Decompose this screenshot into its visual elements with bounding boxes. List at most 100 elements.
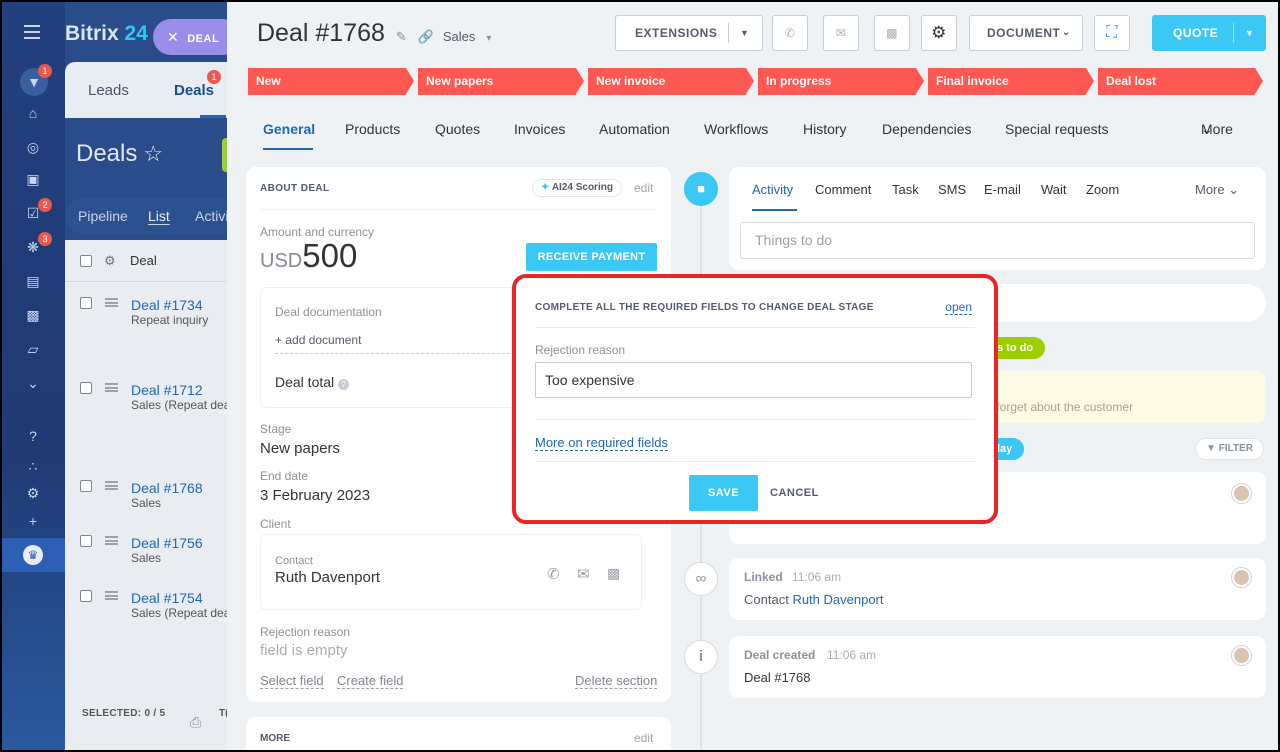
tab-workflows[interactable]: Workflows	[704, 121, 768, 137]
about-edit-link[interactable]: edit	[634, 181, 653, 195]
plus-icon[interactable]: +	[24, 512, 42, 530]
activity-tab-more[interactable]: More ⌄	[1195, 182, 1239, 198]
activity-tab-activity[interactable]: Activity	[752, 182, 793, 197]
help-icon[interactable]: ?	[338, 379, 350, 390]
tab-dependencies[interactable]: Dependencies	[882, 121, 972, 137]
row-checkbox[interactable]	[80, 535, 92, 547]
scan-button[interactable]: ⛶	[1094, 15, 1130, 51]
view-activities[interactable]: Activi	[195, 208, 228, 224]
crown-button[interactable]: ♛	[2, 538, 65, 572]
tab-products[interactable]: Products	[345, 121, 400, 137]
chevron-down-icon[interactable]: ▼	[1245, 16, 1254, 50]
settings-icon[interactable]: ⚙	[24, 484, 42, 502]
bank-icon[interactable]: ⌂	[24, 104, 42, 122]
tab-history[interactable]: History	[803, 121, 847, 137]
row-menu-icon[interactable]	[105, 536, 118, 545]
tab-automation[interactable]: Automation	[599, 121, 670, 137]
row-title[interactable]: Deal #1712	[131, 382, 203, 398]
add-document-link[interactable]: + add document	[275, 333, 361, 347]
settings-button[interactable]: ⚙	[921, 15, 957, 51]
chevron-down-icon[interactable]: ▾	[486, 33, 491, 44]
filter-button[interactable]: ▼ FILTER	[1195, 438, 1264, 460]
chat-icon[interactable]: ▩	[607, 565, 620, 582]
row-menu-icon[interactable]	[105, 591, 118, 600]
row-title[interactable]: Deal #1754	[131, 590, 203, 606]
row-title[interactable]: Deal #1734	[131, 297, 203, 313]
chat-button[interactable]: ▩	[874, 15, 910, 51]
stage-in-progress[interactable]: In progress	[758, 68, 924, 95]
phone-icon[interactable]: ✆	[547, 565, 560, 583]
amount-value[interactable]: USD500	[260, 237, 357, 275]
activity-tab-task[interactable]: Task	[892, 182, 919, 197]
pencil-icon[interactable]: ✎	[396, 29, 407, 44]
rejection-reason-input[interactable]: Too expensive	[535, 362, 972, 398]
ai-scoring-badge[interactable]: ✦ AI24 Scoring	[532, 179, 622, 197]
row-checkbox[interactable]	[80, 480, 92, 492]
rejection-value[interactable]: field is empty	[260, 642, 348, 659]
robot-icon[interactable]: ▩	[24, 306, 42, 324]
star-icon[interactable]: ☆	[143, 141, 163, 166]
mail-icon[interactable]: ✉	[577, 565, 590, 583]
receive-payment-button[interactable]: RECEIVE PAYMENT	[526, 243, 657, 271]
stage-new[interactable]: New	[248, 68, 414, 95]
tab-invoices[interactable]: Invoices	[514, 121, 565, 137]
activity-tab-email[interactable]: E-mail	[984, 182, 1021, 197]
row-title[interactable]: Deal #1768	[131, 480, 203, 496]
box-icon[interactable]: ▱	[24, 340, 42, 358]
view-pipeline[interactable]: Pipeline	[78, 208, 128, 224]
tab-general[interactable]: General	[263, 121, 315, 137]
stage-final-invoice[interactable]: Final invoice	[928, 68, 1094, 95]
tab-deals[interactable]: Deals	[174, 82, 214, 99]
help-icon[interactable]: ?	[24, 427, 42, 445]
contact-name[interactable]: Ruth Davenport	[275, 569, 380, 586]
activity-tab-zoom[interactable]: Zoom	[1086, 182, 1119, 197]
email-button[interactable]: ✉	[823, 15, 859, 51]
save-button[interactable]: SAVE	[689, 475, 758, 511]
row-checkbox[interactable]	[80, 382, 92, 394]
tab-quotes[interactable]: Quotes	[435, 121, 480, 137]
row-title[interactable]: Deal #1756	[131, 535, 203, 551]
sitemap-icon[interactable]: ∴	[24, 457, 42, 475]
menu-icon[interactable]	[24, 24, 42, 42]
select-field-link[interactable]: Select field	[260, 673, 324, 689]
stage-new-invoice[interactable]: New invoice	[588, 68, 754, 95]
row-checkbox[interactable]	[80, 297, 92, 309]
contact-card-icon[interactable]: ▤	[24, 272, 42, 290]
linked-contact-link[interactable]: Ruth Davenport	[792, 592, 883, 607]
gear-icon[interactable]: ⚙	[104, 253, 116, 269]
create-field-link[interactable]: Create field	[337, 673, 404, 689]
row-menu-icon[interactable]	[105, 481, 118, 490]
category-select[interactable]: Sales	[443, 29, 476, 44]
avatar[interactable]	[1232, 646, 1251, 665]
quote-button[interactable]: QUOTE ▼	[1152, 15, 1266, 51]
select-all-checkbox[interactable]	[80, 255, 92, 267]
avatar[interactable]	[1232, 484, 1251, 503]
row-menu-icon[interactable]	[105, 383, 118, 392]
activity-tab-sms[interactable]: SMS	[938, 182, 966, 197]
view-list[interactable]: List	[148, 208, 170, 225]
cancel-button[interactable]: CANCEL	[770, 475, 819, 511]
delete-section-link[interactable]: Delete section	[575, 673, 658, 689]
things-to-do-input[interactable]: Things to do	[740, 222, 1255, 259]
more-required-fields-link[interactable]: More on required fields	[535, 435, 668, 451]
link-icon[interactable]: 🔗	[418, 29, 434, 44]
chevron-down-icon[interactable]: ▼	[740, 16, 749, 50]
stage-new-papers[interactable]: New papers	[418, 68, 584, 95]
tab-leads[interactable]: Leads	[88, 82, 129, 99]
popup-open-link[interactable]: open	[945, 300, 972, 315]
chevron-down-circle-icon[interactable]: ⌄	[24, 374, 42, 392]
activity-tab-comment[interactable]: Comment	[815, 182, 871, 197]
end-date-value[interactable]: 3 February 2023	[260, 487, 370, 504]
activity-tab-wait[interactable]: Wait	[1041, 182, 1067, 197]
print-icon[interactable]: ⎙	[190, 714, 201, 731]
document-button[interactable]: DOCUMENT ⌄	[969, 15, 1083, 51]
phone-button[interactable]: ✆	[772, 15, 808, 51]
cart-icon[interactable]: ▣	[24, 170, 42, 188]
extensions-button[interactable]: EXTENSIONS ▼	[615, 15, 763, 51]
stage-value[interactable]: New papers	[260, 440, 340, 457]
tab-special-requests[interactable]: Special requests	[1005, 121, 1109, 137]
stage-deal-lost[interactable]: Deal lost	[1098, 68, 1263, 95]
avatar[interactable]	[1232, 568, 1251, 587]
brand-logo[interactable]: Bitrix 24	[65, 22, 148, 46]
more-edit-link[interactable]: edit	[634, 731, 653, 745]
